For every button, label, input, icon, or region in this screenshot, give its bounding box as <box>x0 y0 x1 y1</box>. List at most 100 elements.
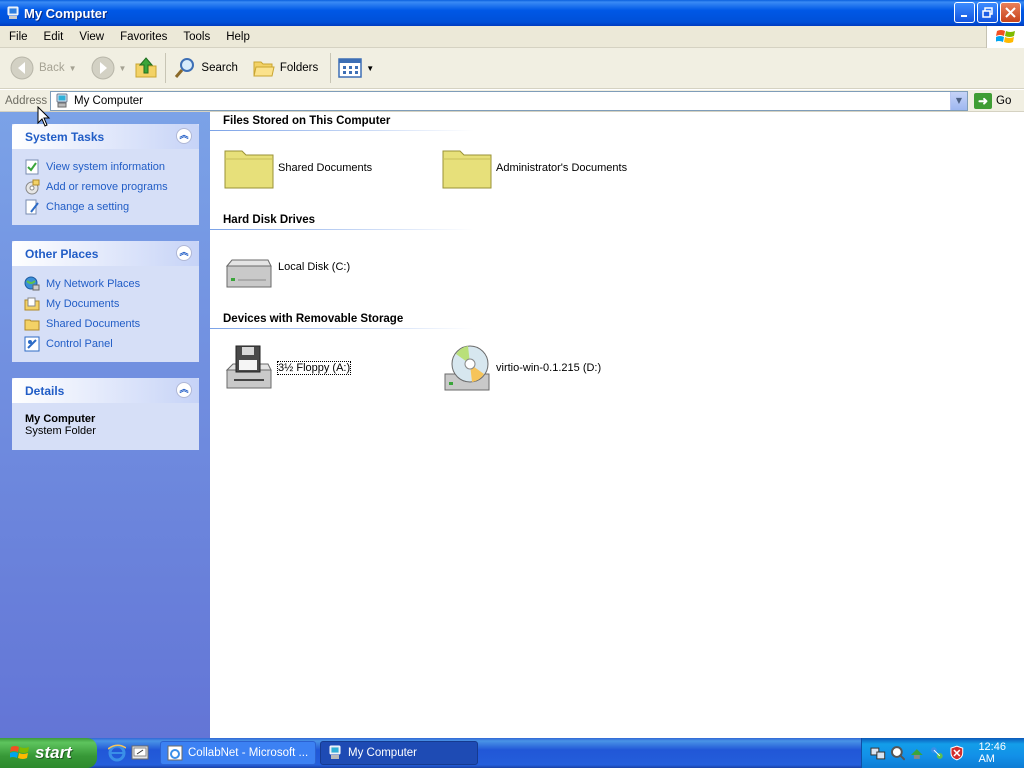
go-button[interactable]: ➜ Go <box>974 92 1012 109</box>
item-label: Administrator's Documents <box>496 162 628 174</box>
taskbar-button-collabnet[interactable]: CollabNet - Microsoft ... <box>160 741 316 765</box>
folder-administrators-documents[interactable]: Administrator's Documents <box>442 147 627 189</box>
other-places-header[interactable]: Other Places ︽ <box>12 241 199 266</box>
task-label: My Documents <box>46 298 120 310</box>
other-places-panel: Other Places ︽ My Network Places My Docu… <box>12 241 199 362</box>
restore-icon <box>982 7 993 18</box>
menu-file[interactable]: File <box>0 31 35 43</box>
place-control-panel[interactable]: Control Panel <box>24 334 199 354</box>
floppy-drive-icon <box>225 345 272 389</box>
menu-edit[interactable]: Edit <box>35 31 71 43</box>
start-button[interactable]: start <box>0 738 97 768</box>
shared-documents-folder-icon <box>24 319 40 331</box>
close-button[interactable] <box>1000 2 1021 23</box>
file-view: Files Stored on This Computer Shared Doc… <box>210 112 1024 738</box>
back-label: Back <box>39 62 65 74</box>
up-folder-button[interactable] <box>130 50 162 86</box>
network-places-icon <box>24 276 40 291</box>
internet-explorer-icon[interactable] <box>108 744 126 762</box>
change-setting-icon <box>25 199 39 215</box>
windows-logo <box>986 26 1024 48</box>
taskbar: start CollabNet - Microsoft ... My Compu… <box>0 738 1024 768</box>
folder-shared-documents[interactable]: Shared Documents <box>224 147 372 189</box>
search-tray-icon[interactable] <box>890 745 906 761</box>
folders-label: Folders <box>279 62 319 74</box>
menu-view[interactable]: View <box>70 31 111 43</box>
item-label: virtio-win-0.1.215 (D:) <box>496 362 602 374</box>
group-divider <box>210 229 474 230</box>
task-label: View system information <box>46 161 166 173</box>
back-button[interactable]: Back ▼ <box>6 50 81 86</box>
my-computer-icon <box>329 745 341 759</box>
item-label: Local Disk (C:) <box>278 261 351 273</box>
menu-tools[interactable]: Tools <box>174 31 217 43</box>
folder-icon <box>442 150 492 189</box>
drive-virtio-win-d[interactable]: virtio-win-0.1.215 (D:) <box>442 344 601 392</box>
mouse-cursor-icon <box>37 106 51 127</box>
place-my-network-places[interactable]: My Network Places <box>24 274 199 294</box>
address-field[interactable]: My Computer ▼ <box>50 90 968 111</box>
show-desktop-icon[interactable] <box>131 744 149 762</box>
collapse-icon[interactable]: ︽ <box>176 128 192 144</box>
menu-favorites[interactable]: Favorites <box>111 31 174 43</box>
taskbar-button-label: My Computer <box>348 747 418 759</box>
my-computer-icon <box>7 6 19 19</box>
forward-dropdown-icon[interactable]: ▼ <box>119 64 127 73</box>
system-tasks-title: System Tasks <box>25 129 105 144</box>
my-documents-icon <box>24 297 40 311</box>
task-change-a-setting[interactable]: Change a setting <box>24 197 199 217</box>
address-dropdown-button[interactable]: ▼ <box>950 91 967 110</box>
views-dropdown-icon[interactable]: ▼ <box>366 64 374 73</box>
details-panel: Details ︽ My Computer System Folder <box>12 378 199 450</box>
minimize-icon <box>960 14 967 17</box>
minimize-button[interactable] <box>954 2 975 23</box>
task-label: Change a setting <box>46 201 130 213</box>
task-view-system-information[interactable]: View system information <box>24 157 199 177</box>
task-label: Add or remove programs <box>46 181 168 193</box>
details-item-name: My Computer <box>25 413 96 425</box>
search-button[interactable]: Search <box>169 50 241 86</box>
views-icon <box>338 58 362 78</box>
safely-remove-hardware-icon[interactable] <box>909 745 925 761</box>
group-divider <box>210 328 474 329</box>
group-header-removable-storage: Devices with Removable Storage <box>223 313 404 325</box>
close-icon <box>1005 7 1016 18</box>
collapse-icon[interactable]: ︽ <box>176 382 192 398</box>
views-button[interactable]: ▼ <box>334 50 378 86</box>
drive-floppy-a[interactable]: 3½ Floppy (A:) <box>224 344 352 392</box>
taskbar-button-my-computer[interactable]: My Computer <box>320 741 478 765</box>
system-tasks-panel: System Tasks ︽ View system information A… <box>12 124 199 225</box>
network-tray-icon[interactable] <box>929 745 945 761</box>
network-connection-icon[interactable] <box>870 745 886 761</box>
group-divider <box>210 130 474 131</box>
menu-help[interactable]: Help <box>217 31 257 43</box>
cd-drive-icon <box>444 345 490 391</box>
back-arrow-icon <box>10 56 34 80</box>
clock: 12:46 AM <box>978 741 1006 765</box>
collapse-icon[interactable]: ︽ <box>176 245 192 261</box>
task-label: My Network Places <box>46 278 141 290</box>
windows-flag-icon <box>10 746 29 759</box>
restore-button[interactable] <box>977 2 998 23</box>
details-item-type: System Folder <box>25 425 96 437</box>
place-shared-documents[interactable]: Shared Documents <box>24 314 199 334</box>
folder-icon <box>224 150 274 189</box>
details-title: Details <box>25 383 65 398</box>
item-label: Shared Documents <box>278 162 373 174</box>
place-my-documents[interactable]: My Documents <box>24 294 199 314</box>
drive-local-disk-c[interactable]: Local Disk (C:) <box>224 254 350 290</box>
task-add-remove-programs[interactable]: Add or remove programs <box>24 177 199 197</box>
window-title: My Computer <box>24 5 108 21</box>
folders-button[interactable]: Folders <box>248 50 322 86</box>
windows-flag-icon <box>995 30 1015 43</box>
details-header[interactable]: Details ︽ <box>12 378 199 403</box>
security-alert-icon[interactable] <box>949 745 965 761</box>
group-header-hard-disk-drives: Hard Disk Drives <box>223 214 316 226</box>
forward-button[interactable]: ▼ <box>87 50 131 86</box>
up-folder-icon <box>135 57 157 78</box>
search-label: Search <box>201 62 238 74</box>
back-dropdown-icon[interactable]: ▼ <box>69 64 77 73</box>
go-label: Go <box>996 94 1012 107</box>
system-tray: 12:46 AM <box>861 738 1024 768</box>
start-label: start <box>35 743 72 762</box>
